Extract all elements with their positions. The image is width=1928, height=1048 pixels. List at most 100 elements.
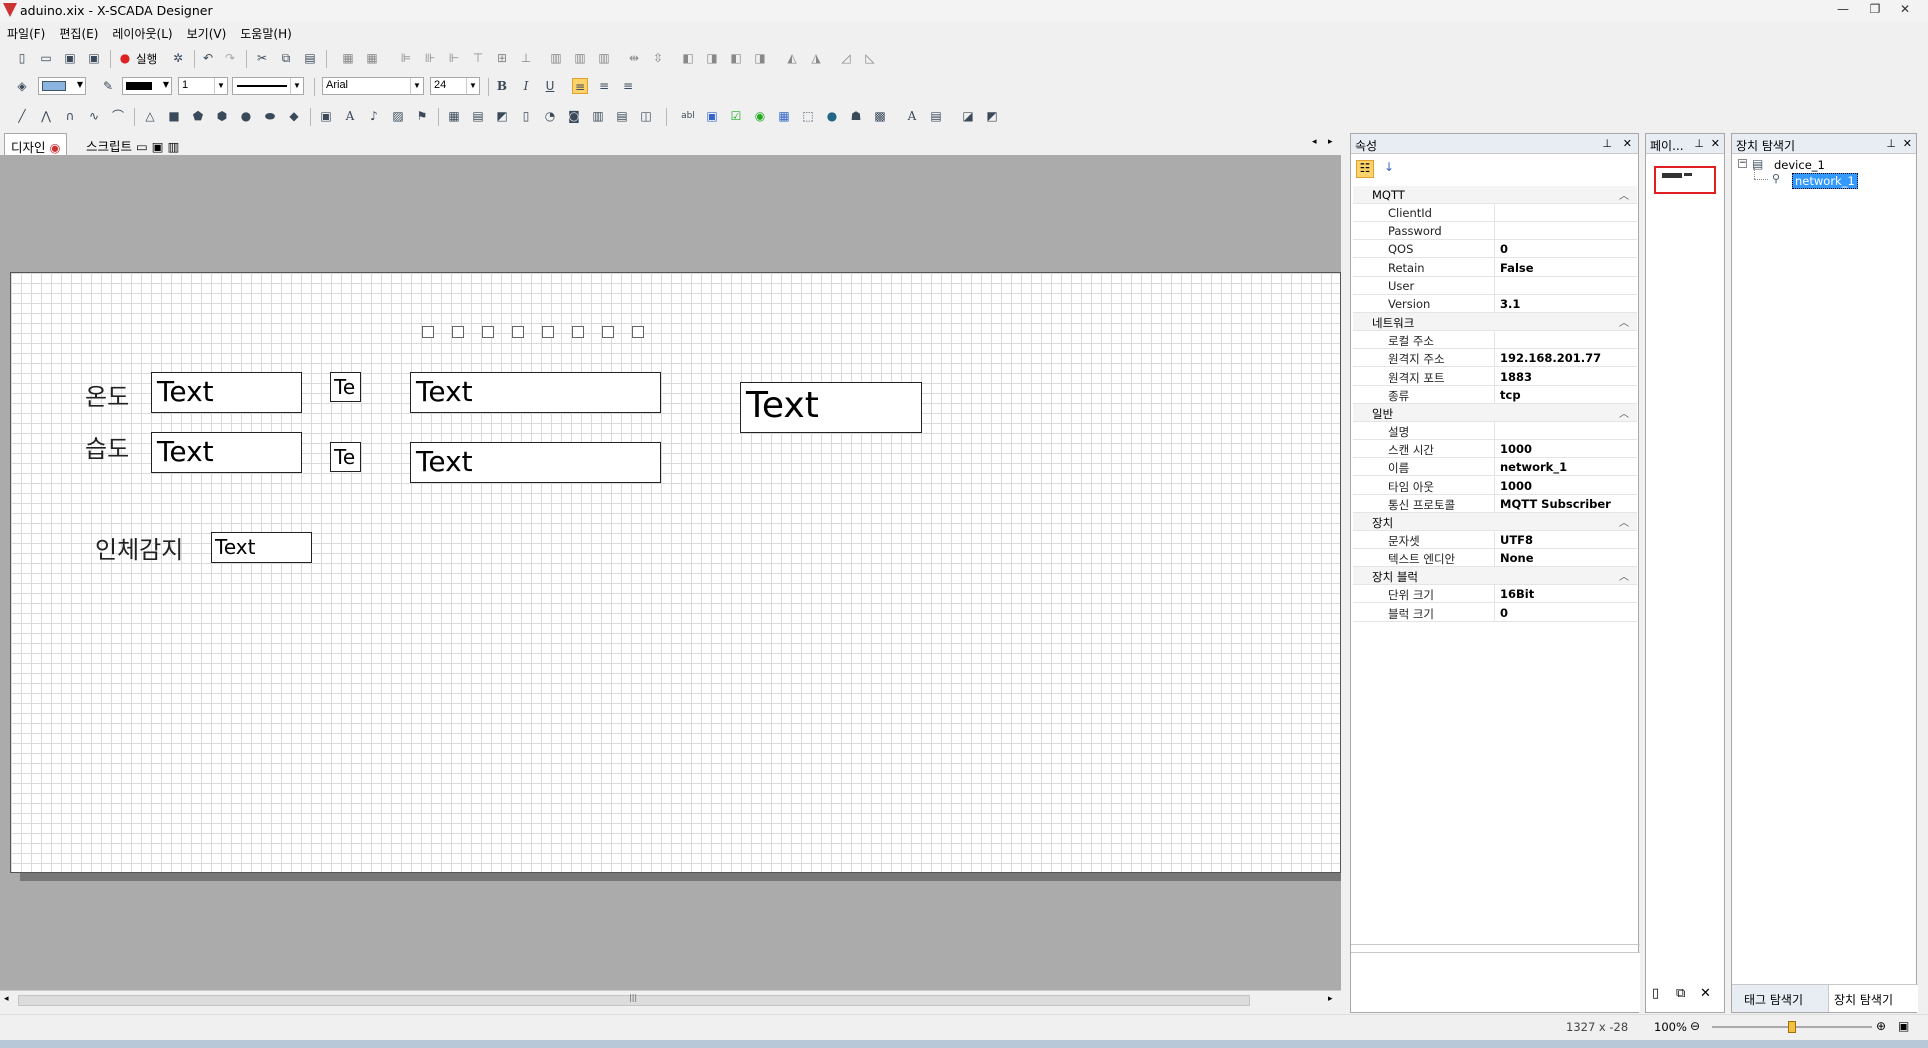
forward-icon[interactable]: ◧ [728,50,744,66]
text-tool-icon[interactable]: A [342,108,358,124]
property-row[interactable]: 원격지 주소 192.168.201.77 [1353,349,1637,368]
pentagon-tool-icon[interactable]: ⬟ [190,108,206,124]
settings-icon[interactable]: ✲ [170,50,186,66]
property-row[interactable]: 설명 [1353,422,1637,440]
property-row[interactable]: 텍스트 엔디안 None [1353,549,1637,568]
property-value[interactable]: MQTT Subscriber [1500,497,1611,511]
property-row[interactable]: Password [1353,222,1637,241]
text-box-temp-small[interactable]: Te [330,372,361,402]
property-row[interactable]: 단위 크기 16Bit [1353,585,1637,604]
explorer-pin-icon[interactable]: ⊥ [1886,137,1896,150]
tree-network-1[interactable]: network_1 [1792,173,1858,189]
property-category[interactable]: MQTT ︿ [1353,186,1637,204]
frame-tool-icon[interactable]: ⬚ [800,108,816,124]
table-tool-icon[interactable]: ▤ [928,108,944,124]
menu-layout[interactable]: 레이아웃(L) [105,22,179,42]
align-center-icon[interactable]: ⊪ [422,50,438,66]
canvas-horizontal-scrollbar[interactable]: ◂ ||| ▸ [0,990,1341,1010]
tab-design[interactable]: 디자인 ◉ [4,133,68,155]
circle-tool-icon[interactable]: ● [238,108,254,124]
rotate-left-icon[interactable]: ◿ [838,50,854,66]
minimize-button[interactable]: — [1832,2,1854,20]
run-icon[interactable]: ● [117,50,133,66]
property-value[interactable]: 1000 [1500,479,1532,493]
menu-help[interactable]: 도움말(H) [233,22,299,42]
tab-device-explorer[interactable]: 장치 탐색기 [1834,991,1893,1008]
fill-color-picker[interactable]: ▼ [38,77,86,95]
zoom-in-icon[interactable]: ⊕ [1876,1019,1886,1033]
selection-handle[interactable] [542,326,554,338]
line-color-picker[interactable]: ▼ [122,77,172,95]
text-box-motion-value[interactable]: Text [211,532,312,563]
scroll-thumb[interactable]: ||| [18,993,1250,1006]
trend-tool-icon[interactable]: ◩ [494,108,510,124]
text-box-humidity-small[interactable]: Te [330,442,361,472]
textbox-tool-icon[interactable]: abl [680,108,696,124]
property-value[interactable]: 0 [1500,242,1508,256]
delete-page-icon[interactable]: ✕ [1700,986,1711,1001]
ungroup-icon[interactable]: ▦ [364,50,380,66]
picture-tool-icon[interactable]: ▨ [390,108,406,124]
close-button[interactable]: ✕ [1894,2,1916,20]
zoom-slider[interactable] [1712,1021,1872,1033]
lamp-tool-icon[interactable]: ◫ [638,108,654,124]
h-distribute-icon[interactable]: ⇹ [626,50,642,66]
text-box-humidity-value[interactable]: Text [151,432,302,473]
gauge-tool-icon[interactable]: ◔ [542,108,558,124]
meter-tool-icon[interactable]: ◙ [566,108,582,124]
property-row[interactable]: 블럭 크기 0 [1353,603,1637,622]
selection-handle[interactable] [482,326,494,338]
text-align-center-icon[interactable]: ≡ [596,78,612,94]
label-motion[interactable]: 인체감지 [95,530,183,565]
fit-page-icon[interactable]: ▣ [1898,1019,1909,1033]
page-close-icon[interactable]: ✕ [1711,137,1720,150]
property-row[interactable]: 스캔 시간 1000 [1353,440,1637,459]
tank-tool-icon[interactable]: ▥ [590,108,606,124]
property-row[interactable]: Version 3.1 [1353,295,1637,313]
grid-tool-icon[interactable]: ▦ [776,108,792,124]
copy-icon[interactable]: ⧉ [278,50,294,66]
same-size-icon[interactable]: ▥ [596,50,612,66]
property-value[interactable]: None [1500,551,1534,565]
alphabetical-icon[interactable]: ↓ [1380,160,1398,178]
selection-handle[interactable] [512,326,524,338]
ellipse-tool-icon[interactable]: ⬬ [262,108,278,124]
undo-icon[interactable]: ↶ [200,50,216,66]
align-top-icon[interactable]: ⊤ [470,50,486,66]
property-row[interactable]: 종류 tcp [1353,385,1637,404]
chip-tool-icon[interactable]: ▩ [872,108,888,124]
chart-tool-icon[interactable]: ◪ [960,108,976,124]
selection-handle[interactable] [572,326,584,338]
property-value[interactable]: 1883 [1500,370,1532,384]
bring-front-icon[interactable]: ◧ [680,50,696,66]
tab-tag-explorer[interactable]: 태그 탐색기 [1744,991,1803,1008]
chevron-up-icon[interactable]: ︿ [1619,405,1629,420]
property-row[interactable]: 로컬 주소 [1353,331,1637,350]
label-humidity[interactable]: 습도 [85,429,129,464]
font-size-combo[interactable]: 24 ▼ [430,77,480,95]
page-thumbnail[interactable] [1654,166,1716,194]
property-value[interactable]: 192.168.201.77 [1500,351,1601,365]
panel-tool-icon[interactable]: ▦ [446,108,462,124]
menu-view[interactable]: 보기(V) [180,22,234,42]
property-value[interactable]: False [1500,261,1534,275]
selection-handle[interactable] [452,326,464,338]
bezier-tool-icon[interactable]: ∿ [86,108,102,124]
property-row[interactable]: 이름 network_1 [1353,458,1637,477]
line-width-combo[interactable]: 1 ▼ [178,77,228,95]
property-row[interactable]: 문자셋 UTF8 [1353,531,1637,549]
curve-tool-icon[interactable]: ∩ [62,108,78,124]
tree-collapse-icon[interactable]: − [1738,159,1747,168]
pen-icon[interactable]: ✎ [100,78,116,94]
font-tool-icon[interactable]: A [904,108,920,124]
line-tool-icon[interactable]: ╱ [14,108,30,124]
label-tool-icon[interactable]: ▤ [470,108,486,124]
same-height-icon[interactable]: ▥ [572,50,588,66]
send-back-icon[interactable]: ◨ [704,50,720,66]
property-value[interactable]: 3.1 [1500,297,1520,311]
scroll-right-icon[interactable]: ▸ [1328,994,1333,1004]
text-align-right-icon[interactable]: ≡ [620,78,636,94]
group-icon[interactable]: ▦ [340,50,356,66]
copy-page-icon[interactable]: ⧉ [1676,986,1685,1001]
chevron-up-icon[interactable]: ︿ [1619,187,1629,202]
